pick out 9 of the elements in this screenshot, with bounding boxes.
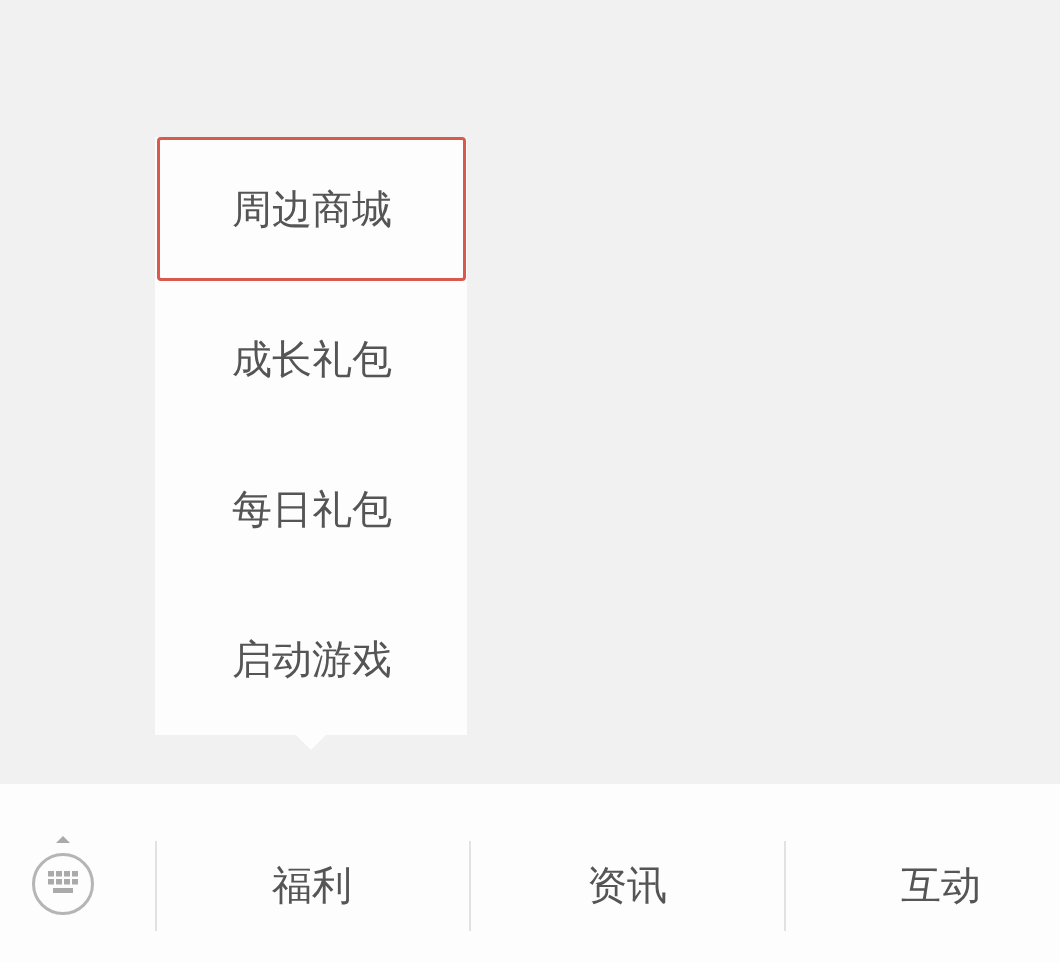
menu-item[interactable]: 周边商城 [157, 137, 466, 281]
keyboard-icon [31, 836, 94, 916]
tab[interactable]: 资讯 [469, 784, 784, 962]
menu-item[interactable]: 启动游戏 [157, 587, 466, 731]
keyboard-button[interactable] [31, 836, 94, 916]
tab[interactable]: 福利 [155, 784, 469, 962]
menu-item[interactable]: 每日礼包 [157, 437, 466, 581]
tab[interactable]: 互动 [784, 784, 1060, 962]
menu-item[interactable]: 成长礼包 [157, 287, 466, 431]
